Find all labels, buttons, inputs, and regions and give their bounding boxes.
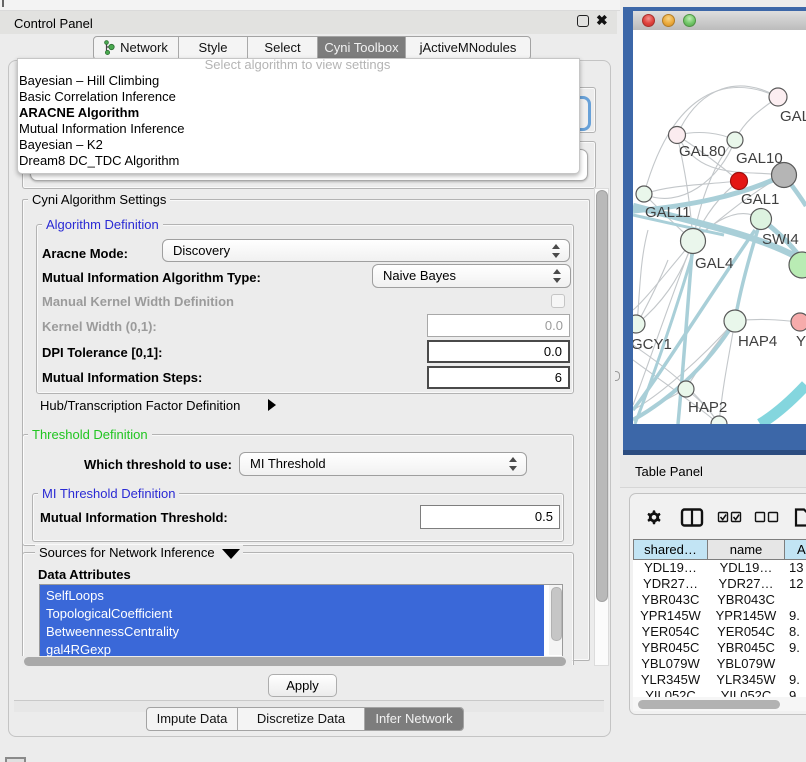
svg-text:GAL10: GAL10 (736, 150, 783, 167)
svg-text:GAL1: GAL1 (741, 191, 779, 208)
svg-text:GAL7: GAL7 (780, 108, 806, 125)
svg-text:SWI4: SWI4 (762, 231, 799, 248)
svg-text:HAP2: HAP2 (688, 399, 727, 416)
svg-text:GAL80: GAL80 (679, 143, 726, 160)
svg-text:Y: Y (796, 333, 806, 350)
svg-text:GAL11: GAL11 (645, 204, 691, 221)
svg-text:HAP4: HAP4 (738, 333, 777, 350)
svg-text:GAL4: GAL4 (695, 255, 733, 272)
svg-text:GCY1: GCY1 (633, 336, 672, 353)
